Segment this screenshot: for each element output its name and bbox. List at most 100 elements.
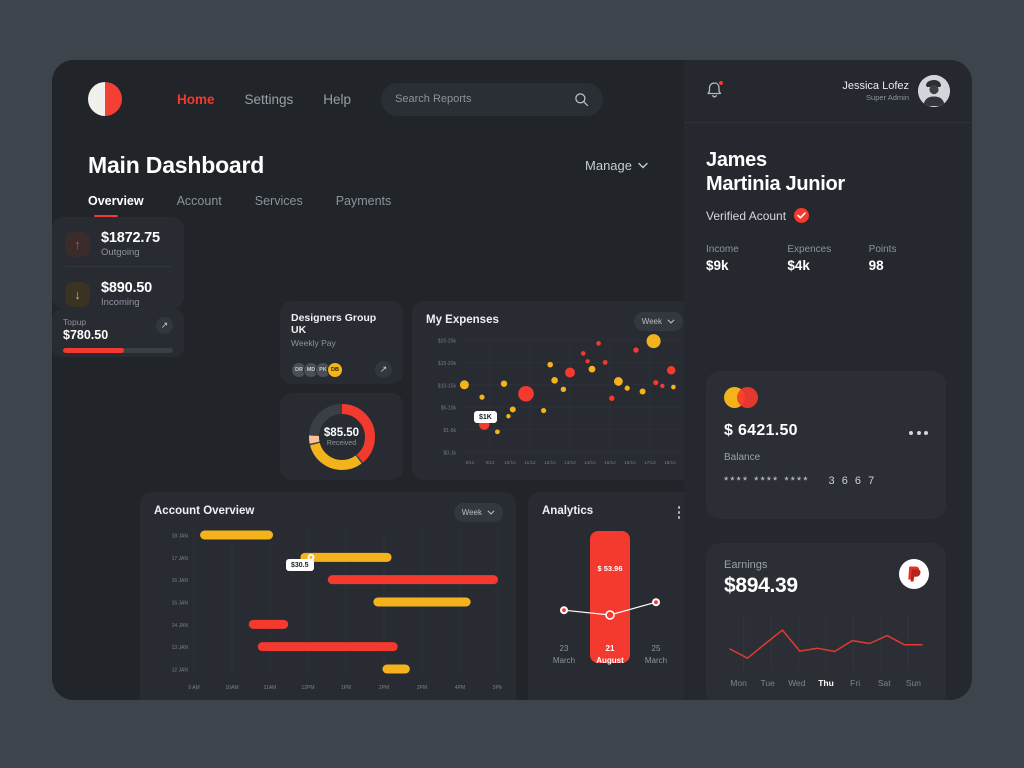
earnings-value: $894.39 xyxy=(724,574,798,597)
svg-text:13/12: 13/12 xyxy=(564,460,576,465)
svg-text:1PM: 1PM xyxy=(341,685,351,691)
paypal-icon[interactable] xyxy=(899,559,929,589)
earnings-label: Earnings xyxy=(724,559,768,571)
analytics-line-chart: $ 53.96 23 March 21 August 25 March xyxy=(553,531,667,665)
donut-label: Received xyxy=(326,439,357,447)
sidebar-header: Jessica Lofez Super Admin xyxy=(684,60,972,123)
chevron-down-icon xyxy=(638,162,648,169)
expenses-range-selector[interactable]: Week xyxy=(633,312,683,331)
account-overview-gantt-chart: 18 JAN 17 JAN 16 JAN 15 JAN 14 JAN 13 JAN 12 J… xyxy=(172,530,502,691)
profile-name-line2: Martinia Junior xyxy=(706,172,845,195)
svg-text:$20-25k: $20-25k xyxy=(438,339,457,345)
account-user[interactable]: Jessica Lofez Super Admin xyxy=(842,75,950,107)
page-header: Main Dashboard Manage xyxy=(52,138,684,179)
day-label: Mon xyxy=(730,678,747,688)
svg-text:$15-20k: $15-20k xyxy=(438,361,457,367)
manage-label: Manage xyxy=(585,158,632,173)
notification-badge xyxy=(718,80,724,86)
svg-text:$10-15k: $10-15k xyxy=(438,383,457,389)
kpi-value: $4k xyxy=(787,258,810,274)
svg-text:14/12: 14/12 xyxy=(584,460,596,465)
profile-kpis: Income $9k Expences $4k Points 98 xyxy=(706,244,950,273)
user-avatar[interactable] xyxy=(918,75,950,107)
verified-account-badge: Verified Acount xyxy=(706,208,950,224)
svg-text:10AM: 10AM xyxy=(225,685,238,691)
svg-text:$1-5k: $1-5k xyxy=(443,428,456,434)
svg-text:3PM: 3PM xyxy=(417,685,427,691)
more-vertical-icon[interactable] xyxy=(677,506,680,519)
balance-amount: $ 6421.50 xyxy=(724,422,798,439)
arrow-up-right-icon[interactable]: ↗ xyxy=(375,361,392,378)
svg-text:17 JAN: 17 JAN xyxy=(172,556,189,562)
svg-text:21: 21 xyxy=(606,644,615,653)
tab-bar: Overview Account Services Payments xyxy=(52,194,684,217)
svg-text:15 JAN: 15 JAN xyxy=(172,601,189,607)
tab-payments[interactable]: Payments xyxy=(336,194,392,217)
svg-text:17/12: 17/12 xyxy=(644,460,656,465)
day-label: Sat xyxy=(877,678,891,688)
page-title: Main Dashboard xyxy=(88,152,265,178)
svg-text:15/12: 15/12 xyxy=(604,460,616,465)
svg-text:March: March xyxy=(553,656,575,665)
profile-name-line1: James xyxy=(706,149,767,171)
tab-services[interactable]: Services xyxy=(255,194,303,217)
kpi-value: 98 xyxy=(868,258,884,274)
kpi-label: Income xyxy=(706,244,739,256)
donut-value: $85.50 xyxy=(323,426,360,439)
outgoing-row: ↑ $1872.75 Outgoing xyxy=(52,217,184,258)
incoming-value: $890.50 xyxy=(101,280,153,296)
tab-account[interactable]: Account xyxy=(177,194,222,217)
search-box[interactable] xyxy=(381,82,604,116)
svg-text:14 JAN: 14 JAN xyxy=(172,623,189,629)
day-label: Wed xyxy=(788,678,806,688)
search-input[interactable] xyxy=(395,93,575,105)
topup-label: Topup xyxy=(63,317,87,327)
app-window: Home Settings Help Main Dashboard Manage xyxy=(52,60,972,700)
svg-text:16 JAN: 16 JAN xyxy=(172,578,189,584)
expenses-scatter-chart: $20-25k $15-20k $10-15k $5-10k $1-5k $0-1k 8/1… xyxy=(438,334,680,465)
kpi-label: Expences xyxy=(787,244,832,256)
kpi-expences: Expences $4k xyxy=(787,244,868,273)
svg-text:10/12: 10/12 xyxy=(504,460,516,465)
bell-icon[interactable] xyxy=(706,80,724,101)
card-number-masked: **** **** **** xyxy=(724,475,810,487)
nav-item-settings[interactable]: Settings xyxy=(245,92,294,107)
topup-value: $780.50 xyxy=(63,328,109,342)
designers-group-card: Designers Group UK Weekly Pay DR MD PK D… xyxy=(280,301,403,384)
analytics-title: Analytics xyxy=(542,505,594,517)
brand-logo-icon[interactable] xyxy=(88,82,122,116)
avatar[interactable]: DB xyxy=(327,361,343,378)
nav-item-home[interactable]: Home xyxy=(177,92,215,107)
svg-text:9 AM: 9 AM xyxy=(188,685,199,691)
primary-nav: Home Settings Help xyxy=(177,92,351,107)
profile-section: James Martinia Junior Verified Acount In… xyxy=(684,123,972,273)
day-label: Sun xyxy=(905,678,921,688)
account-overview-title: Account Overview xyxy=(154,505,255,517)
svg-text:12PM: 12PM xyxy=(301,685,314,691)
svg-text:16/12: 16/12 xyxy=(624,460,636,465)
svg-text:8/12: 8/12 xyxy=(466,460,475,465)
topup-progress-bar xyxy=(63,348,173,353)
day-label: Fri xyxy=(850,678,861,688)
more-horizontal-icon[interactable] xyxy=(909,431,928,435)
nav-item-help[interactable]: Help xyxy=(323,92,351,107)
svg-text:25: 25 xyxy=(652,644,661,653)
kpi-value: $9k xyxy=(706,258,729,274)
main-content: Home Settings Help Main Dashboard Manage xyxy=(52,60,696,700)
card-last-four: 3 6 6 7 xyxy=(828,475,877,487)
svg-text:$ 53.96: $ 53.96 xyxy=(597,564,622,573)
svg-text:$0-1k: $0-1k xyxy=(443,451,456,457)
outgoing-value: $1872.75 xyxy=(101,230,160,246)
svg-text:March: March xyxy=(645,656,667,665)
analytics-card: Analytics $ 53.96 23 March 21 August 25 March xyxy=(528,492,696,700)
svg-text:$5-10k: $5-10k xyxy=(441,406,457,412)
arrow-up-right-icon[interactable]: ↗ xyxy=(156,317,173,334)
arrow-up-icon: ↑ xyxy=(65,231,90,257)
account-range-selector[interactable]: Week xyxy=(453,503,503,522)
expenses-tooltip: $1K xyxy=(474,411,497,423)
svg-text:13 JAN: 13 JAN xyxy=(172,645,189,651)
verified-account-label: Verified Acount xyxy=(706,208,787,223)
manage-dropdown[interactable]: Manage xyxy=(585,158,648,173)
tab-overview[interactable]: Overview xyxy=(88,194,144,217)
account-user-role: Super Admin xyxy=(866,93,909,102)
